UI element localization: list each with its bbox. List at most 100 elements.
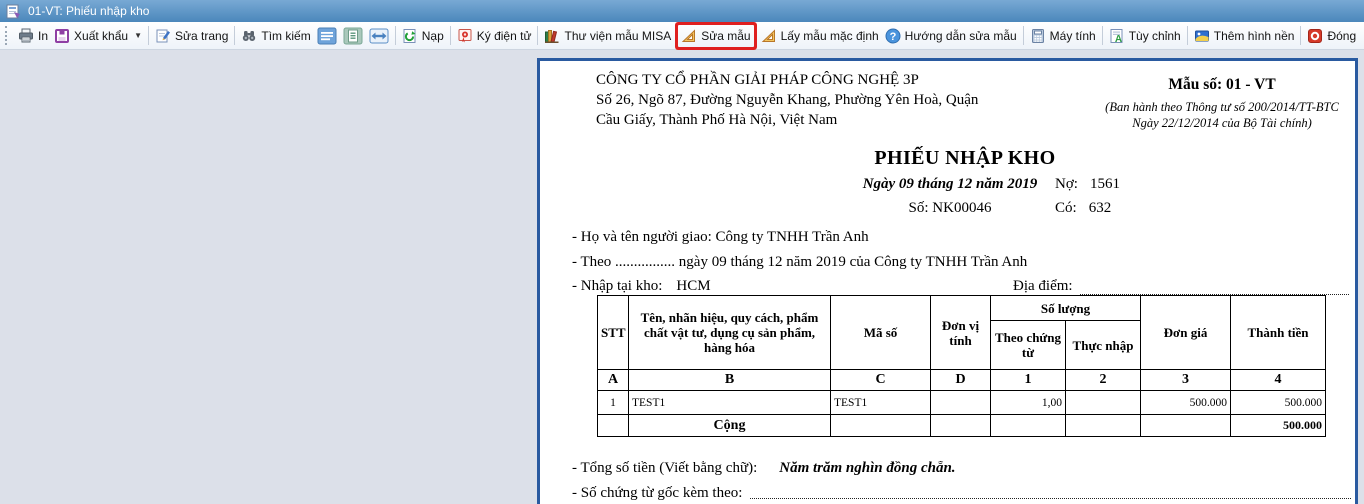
col-name: Tên, nhãn hiệu, quy cách, phẩm chất vật …: [629, 296, 831, 370]
default-template-button[interactable]: Lấy mẫu mặc định: [758, 25, 882, 47]
total-in-words-line: - Tổng số tiền (Viết bằng chữ):Năm trăm …: [572, 460, 956, 477]
view-continuous-icon: [317, 27, 337, 45]
search-label: Tìm kiếm: [261, 29, 310, 43]
col-qty-doc: Theo chứng từ: [991, 321, 1066, 370]
separator: [1023, 26, 1024, 45]
setsquare-icon: [761, 28, 777, 44]
total-in-words-label: - Tổng số tiền (Viết bằng chữ):: [572, 460, 757, 476]
form-number: Mẫu số: 01 - VT: [1086, 76, 1358, 94]
separator: [234, 26, 235, 45]
cell-amount: 500.000: [1231, 391, 1326, 415]
total-row: Cộng 500.000: [598, 415, 1326, 437]
customize-icon: A: [1109, 28, 1125, 44]
view-continuous-button[interactable]: [315, 25, 339, 47]
separator: [1102, 26, 1103, 45]
credit-account: Có:632: [1055, 200, 1111, 217]
reload-button[interactable]: Nạp: [399, 25, 447, 47]
view-fit-width-icon: [369, 27, 389, 45]
total-amount: 500.000: [1231, 415, 1326, 437]
warehouse-value: HCM: [676, 278, 710, 294]
view-fit-width-button[interactable]: [367, 25, 391, 47]
cell-code: TEST1: [831, 391, 931, 415]
company-name: CÔNG TY CỔ PHẦN GIẢI PHÁP CÔNG NGHỆ 3P: [596, 70, 988, 90]
col-unit: Đơn vị tính: [931, 296, 991, 370]
edit-template-label: Sửa mẫu: [701, 29, 750, 43]
calculator-icon: [1030, 28, 1046, 44]
total-label: Cộng: [629, 415, 831, 437]
cell-qty-actual: [1066, 391, 1141, 415]
add-background-button[interactable]: Thêm hình nền: [1191, 25, 1298, 47]
separator: [1187, 26, 1188, 45]
column-letter-row: A B C D 1 2 3 4: [598, 370, 1326, 391]
misa-template-library-button[interactable]: Thư viện mẫu MISA: [541, 25, 674, 47]
export-label: Xuất khẩu: [74, 29, 128, 43]
table-header-row: STT Tên, nhãn hiệu, quy cách, phẩm chất …: [598, 296, 1326, 321]
edit-template-button[interactable]: Sửa mẫu: [678, 25, 753, 47]
form-issued-note: (Ban hành theo Thông tư số 200/2014/TT-B…: [1086, 99, 1358, 131]
items-table: STT Tên, nhãn hiệu, quy cách, phẩm chất …: [597, 295, 1326, 437]
question-icon: ?: [885, 28, 901, 44]
window-icon: [6, 4, 21, 19]
customize-button[interactable]: A Tùy chỉnh: [1106, 25, 1184, 47]
edit-page-icon: [155, 28, 171, 44]
document-page[interactable]: CÔNG TY CỔ PHẦN GIẢI PHÁP CÔNG NGHỆ 3P S…: [537, 58, 1358, 504]
reload-label: Nạp: [422, 29, 444, 43]
seal-icon: [457, 28, 473, 44]
export-button[interactable]: Xuất khẩu ▼: [51, 25, 145, 47]
debit-account: Nợ:1561: [1055, 176, 1120, 193]
separator: [1300, 26, 1301, 45]
form-number-block: Mẫu số: 01 - VT (Ban hành theo Thông tư …: [1086, 76, 1358, 131]
col-unit-price: Đơn giá: [1141, 296, 1231, 370]
toolbar: In Xuất khẩu ▼ Sửa trang Tìm kiếm Nạp Ký…: [0, 22, 1364, 50]
view-single-page-button[interactable]: [341, 25, 365, 47]
books-icon: [544, 28, 560, 44]
toolbar-grip[interactable]: [5, 26, 11, 45]
company-address: Số 26, Ngõ 87, Đường Nguyễn Khang, Phườn…: [596, 90, 988, 130]
location-label: Địa điểm:: [1013, 278, 1073, 295]
col-qty-actual: Thực nhập: [1066, 321, 1141, 370]
separator: [450, 26, 451, 45]
col-stt: STT: [598, 296, 629, 370]
cell-stt: 1: [598, 391, 629, 415]
svg-text:?: ?: [889, 31, 896, 43]
template-help-button[interactable]: ? Hướng dẫn sửa mẫu: [882, 25, 1020, 47]
window-titlebar: 01-VT: Phiếu nhập kho: [0, 0, 1364, 22]
digital-sign-label: Ký điện tử: [477, 29, 532, 43]
warehouse-label: - Nhập tại kho:: [572, 278, 662, 294]
attached-docs-line: - Số chứng từ gốc kèm theo:: [572, 485, 1351, 502]
save-icon: [54, 28, 70, 44]
binoculars-icon: [241, 28, 257, 44]
cell-name: TEST1: [629, 391, 831, 415]
setsquare-icon: [681, 28, 697, 44]
cell-unit: [931, 391, 991, 415]
chevron-down-icon[interactable]: ▼: [134, 31, 142, 40]
printer-icon: [18, 28, 34, 44]
col-code: Mã số: [831, 296, 931, 370]
window-title: 01-VT: Phiếu nhập kho: [28, 4, 149, 18]
separator: [537, 26, 538, 45]
col-amount: Thành tiền: [1231, 296, 1326, 370]
reference-line: - Theo ................ ngày 09 tháng 12…: [572, 254, 1027, 271]
add-background-label: Thêm hình nền: [1214, 29, 1295, 43]
company-block: CÔNG TY CỔ PHẦN GIẢI PHÁP CÔNG NGHỆ 3P S…: [596, 70, 988, 130]
calculator-button[interactable]: Máy tính: [1027, 25, 1099, 47]
cell-unit-price: 500.000: [1141, 391, 1231, 415]
refresh-icon: [402, 28, 418, 44]
document: CÔNG TY CỔ PHẦN GIẢI PHÁP CÔNG NGHỆ 3P S…: [540, 61, 1355, 504]
deliverer-line: - Họ và tên người giao: Công ty TNHH Trầ…: [572, 229, 869, 246]
template-help-label: Hướng dẫn sửa mẫu: [905, 29, 1017, 43]
edit-page-label: Sửa trang: [175, 29, 228, 43]
attached-docs-label: - Số chứng từ gốc kèm theo:: [572, 485, 742, 502]
col-quantity-group: Số lượng: [991, 296, 1141, 321]
digital-sign-button[interactable]: Ký điện tử: [454, 25, 535, 47]
search-button[interactable]: Tìm kiếm: [238, 25, 313, 47]
default-template-label: Lấy mẫu mặc định: [781, 29, 879, 43]
print-button[interactable]: In: [15, 25, 51, 47]
separator: [395, 26, 396, 45]
document-title: PHIẾU NHẬP KHO: [570, 147, 1360, 170]
view-single-page-icon: [343, 27, 363, 45]
edit-page-button[interactable]: Sửa trang: [152, 25, 231, 47]
close-button[interactable]: Đóng: [1304, 25, 1359, 47]
cell-qty-doc: 1,00: [991, 391, 1066, 415]
separator: [148, 26, 149, 45]
